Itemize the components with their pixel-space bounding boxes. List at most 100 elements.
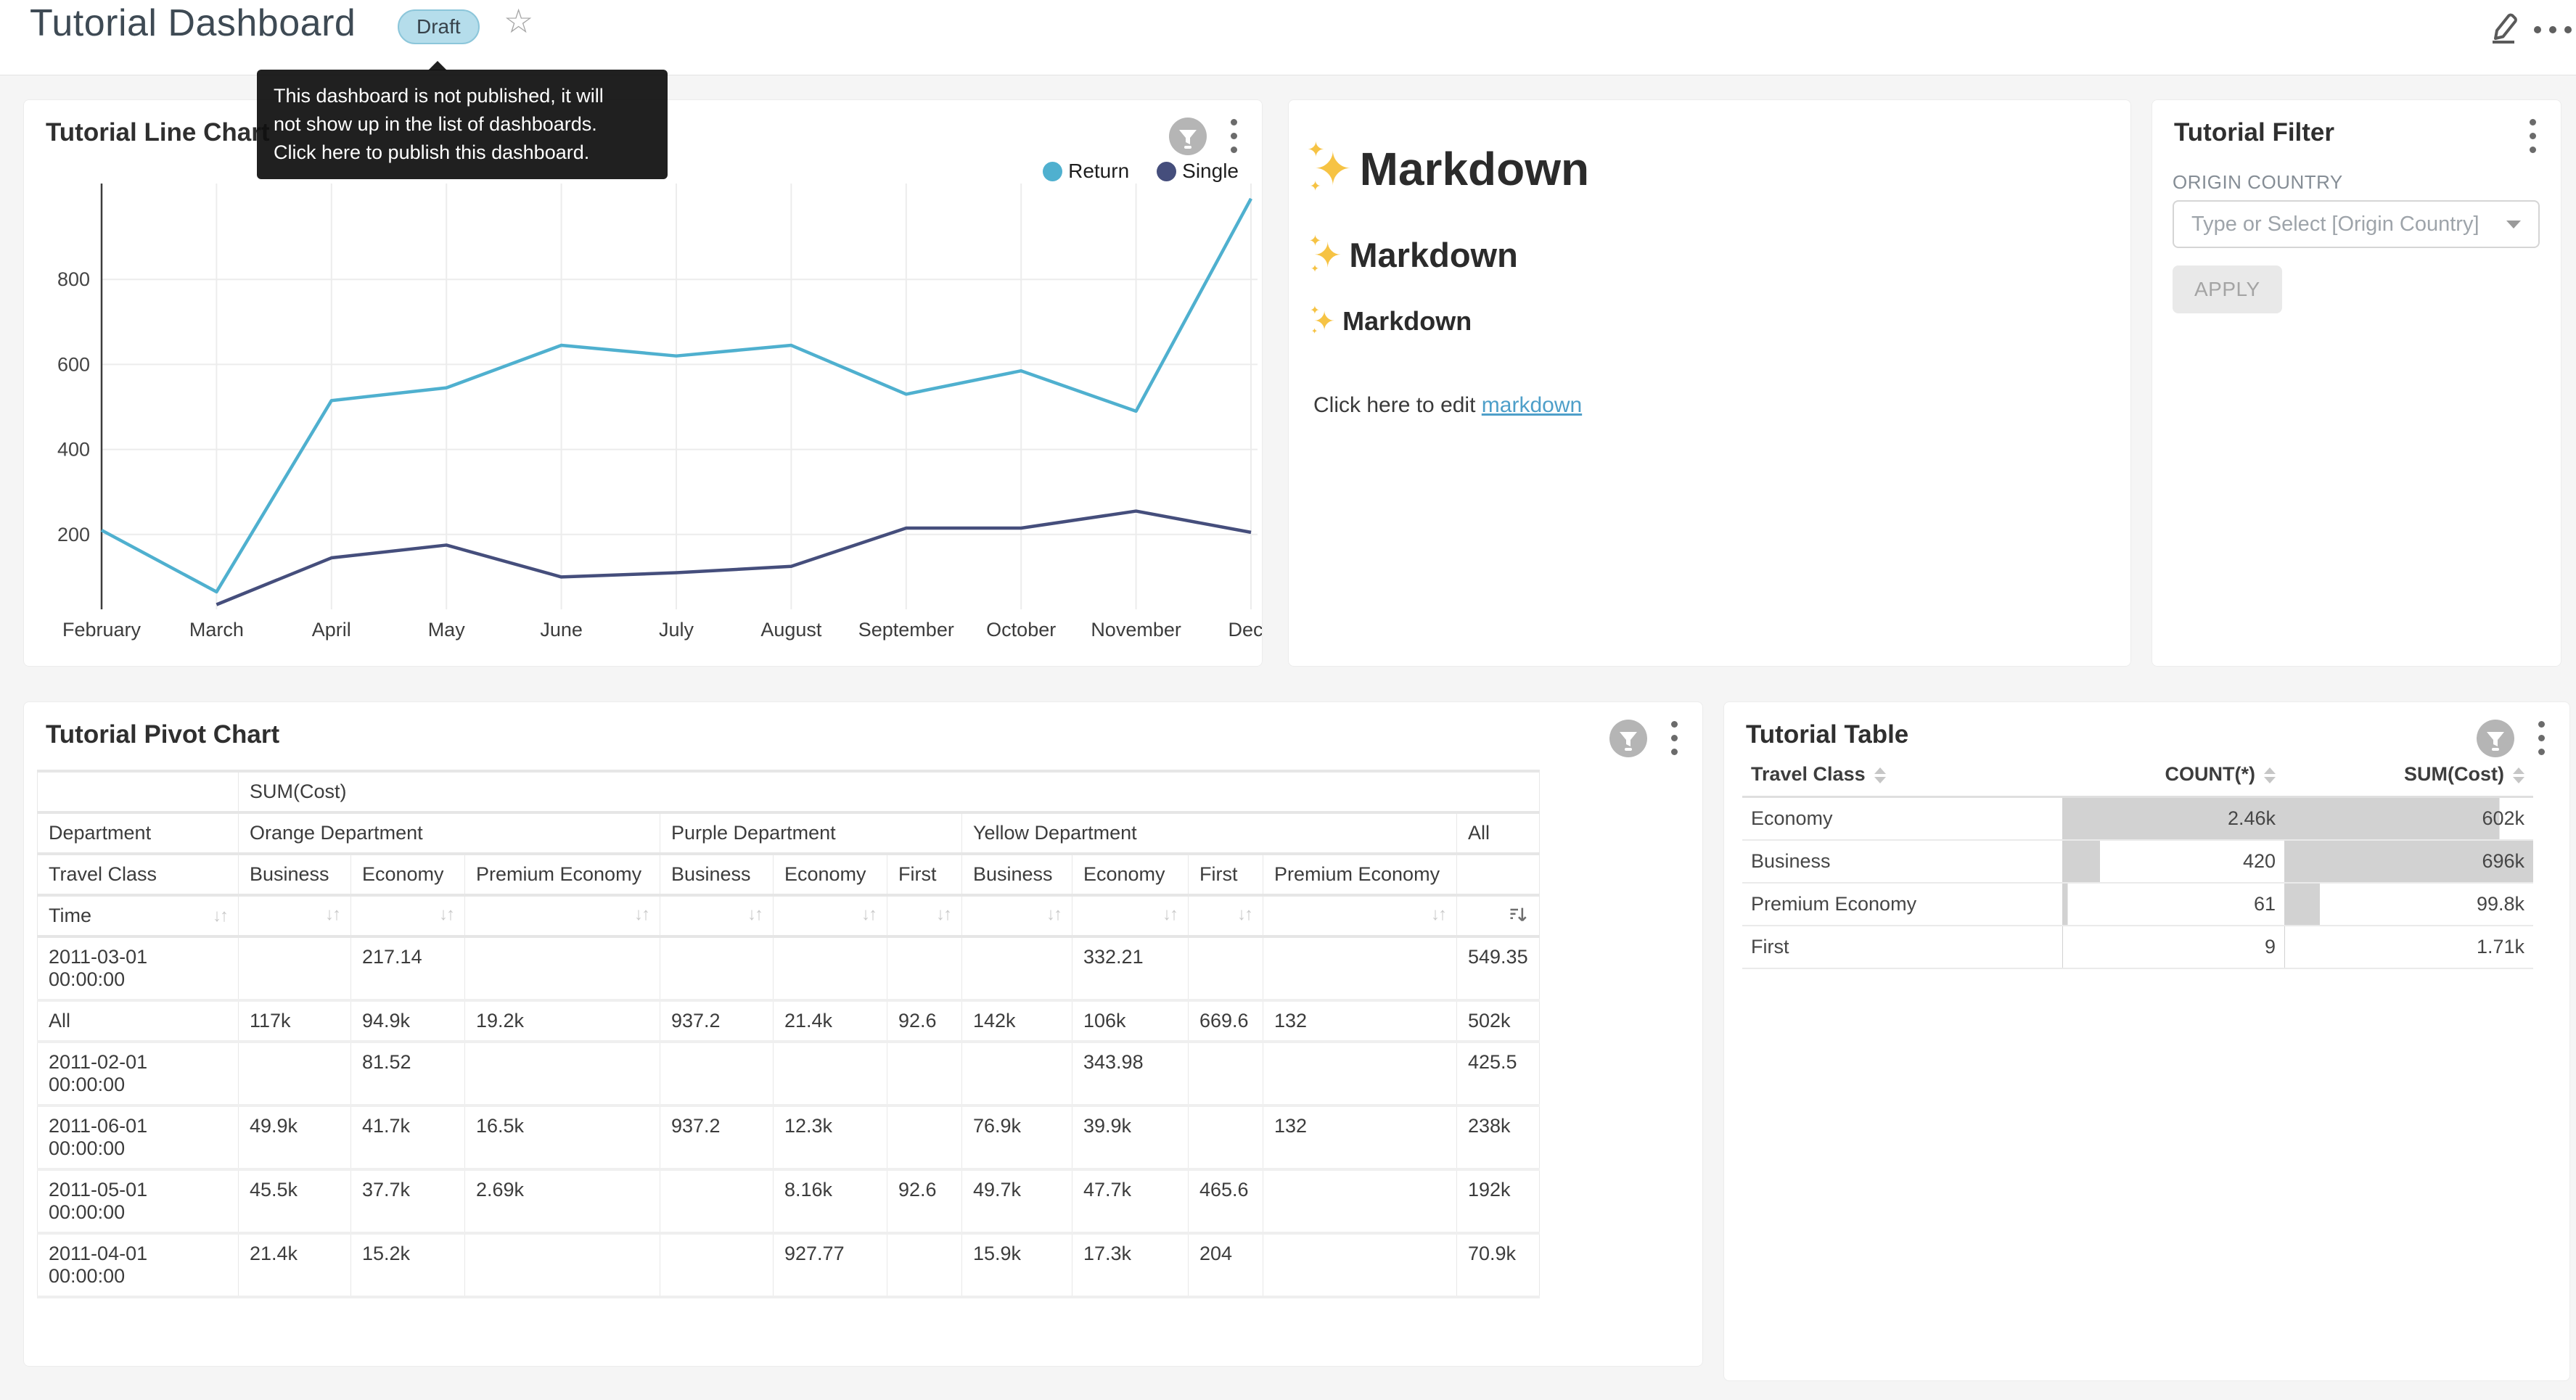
- pivot-value-cell: [465, 936, 660, 1000]
- count-cell: 9: [2062, 926, 2284, 968]
- filter-field-label: ORIGIN COUNTRY: [2173, 171, 2343, 194]
- more-options-icon[interactable]: [2534, 26, 2572, 33]
- filter-badge-icon[interactable]: [1168, 117, 1207, 156]
- table-header-count-[interactable]: COUNT(*): [2062, 753, 2284, 797]
- travel-class-cell: Business: [1742, 840, 2062, 883]
- svg-text:September: September: [858, 619, 954, 641]
- pivot-value-cell: 502k: [1457, 1000, 1540, 1042]
- sort-carets-icon[interactable]: [1874, 767, 1886, 783]
- pivot-value-cell: 142k: [962, 1000, 1072, 1042]
- chart-kebab-menu-icon[interactable]: [1668, 718, 1681, 758]
- pivot-chart-card: Tutorial Pivot Chart SUM(Cost)Department…: [23, 701, 1703, 1367]
- pivot-group-header: Orange Department: [239, 812, 660, 854]
- pivot-value-cell: [1189, 1105, 1263, 1169]
- filter-badge-icon[interactable]: [2476, 719, 2515, 758]
- pivot-sort-cell[interactable]: ↓↑: [1263, 895, 1457, 936]
- pivot-value-cell: 332.21: [1072, 936, 1189, 1000]
- markdown-h1: ✦Markdown: [1313, 142, 2106, 197]
- sort-icon[interactable]: ↓↑: [1237, 905, 1252, 925]
- filter-badge-icon[interactable]: [1609, 719, 1648, 758]
- pivot-group-header: All: [1457, 812, 1540, 854]
- pivot-value-cell: 45.5k: [239, 1169, 351, 1233]
- sort-icon[interactable]: ↓↑: [936, 905, 951, 925]
- origin-country-select[interactable]: Type or Select [Origin Country]: [2173, 200, 2540, 248]
- sort-icon[interactable]: ↓↑: [325, 905, 340, 925]
- pivot-sort-cell[interactable]: ↓↑: [239, 895, 351, 936]
- pivot-value-cell: 669.6: [1189, 1000, 1263, 1042]
- status-badge[interactable]: Draft: [398, 9, 480, 44]
- sort-carets-icon[interactable]: [2264, 767, 2276, 783]
- svg-text:600: 600: [57, 353, 90, 375]
- tutorial-table-title: Tutorial Table: [1746, 720, 1908, 749]
- table-header-sum-cost-[interactable]: SUM(Cost): [2284, 753, 2533, 797]
- pivot-time-value: 2011-04-01 00:00:00: [38, 1233, 239, 1297]
- svg-text:May: May: [428, 619, 466, 641]
- pivot-value-cell: [887, 936, 962, 1000]
- svg-text:June: June: [540, 619, 583, 641]
- pivot-sort-cell[interactable]: ↓↑: [660, 895, 774, 936]
- publish-tooltip[interactable]: This dashboard is not published, it will…: [257, 70, 668, 179]
- markdown-paragraph: Click here to edit markdown: [1313, 393, 2106, 418]
- pivot-sort-cell[interactable]: ↓↑: [1072, 895, 1189, 936]
- chevron-down-icon: [2506, 221, 2521, 228]
- apply-button[interactable]: APPLY: [2173, 265, 2282, 313]
- pivot-value-cell: [774, 936, 887, 1000]
- pivot-subcolumn-header: First: [1189, 854, 1263, 895]
- pivot-value-cell: 8.16k: [774, 1169, 887, 1233]
- pivot-time-label[interactable]: Time↓↑: [38, 895, 239, 936]
- sum-cost-cell: 602k: [2284, 797, 2533, 841]
- svg-text:April: April: [312, 619, 351, 641]
- pivot-value-cell: [660, 936, 774, 1000]
- data-table[interactable]: Travel ClassCOUNT(*)SUM(Cost)Economy2.46…: [1742, 753, 2533, 969]
- select-placeholder: Type or Select [Origin Country]: [2191, 213, 2506, 236]
- sort-icon[interactable]: ↓↑: [1162, 905, 1177, 925]
- table-header-travel-class[interactable]: Travel Class: [1742, 753, 2062, 797]
- chart-kebab-menu-icon[interactable]: [1228, 116, 1240, 156]
- filter-kebab-menu-icon[interactable]: [2527, 116, 2539, 156]
- table-row[interactable]: First91.71k: [1742, 926, 2533, 968]
- chart-kebab-menu-icon[interactable]: [2535, 718, 2548, 758]
- pivot-sort-cell[interactable]: ↓↑: [351, 895, 465, 936]
- sort-icon[interactable]: ↓↑: [439, 905, 454, 925]
- pivot-time-value: 2011-02-01 00:00:00: [38, 1042, 239, 1105]
- pivot-value-cell: 549.35: [1457, 936, 1540, 1000]
- sort-icon[interactable]: ↓↑: [634, 905, 649, 925]
- pivot-sort-cell[interactable]: ↓↑: [962, 895, 1072, 936]
- pivot-value-cell: 937.2: [660, 1000, 774, 1042]
- pivot-sort-cell[interactable]: ↓↑: [1189, 895, 1263, 936]
- edit-markdown-link[interactable]: markdown: [1482, 393, 1582, 417]
- sort-icon[interactable]: ↓↑: [1046, 905, 1061, 925]
- pivot-subcolumn-header: Business: [962, 854, 1072, 895]
- pivot-value-cell: 132: [1263, 1000, 1457, 1042]
- pivot-value-cell: 49.7k: [962, 1169, 1072, 1233]
- pivot-group-header: Purple Department: [660, 812, 962, 854]
- pivot-sort-cell[interactable]: ↓↑: [887, 895, 962, 936]
- count-cell: 2.46k: [2062, 797, 2284, 841]
- line-chart-plot[interactable]: 200400600800FebruaryMarchAprilMayJuneJul…: [24, 162, 1262, 666]
- edit-pencil-icon[interactable]: [2487, 9, 2522, 44]
- sort-carets-icon[interactable]: [2513, 767, 2524, 783]
- favorite-star-icon[interactable]: ☆: [504, 4, 533, 38]
- pivot-value-cell: 106k: [1072, 1000, 1189, 1042]
- pivot-subcolumn-header: Economy: [1072, 854, 1189, 895]
- pivot-row: 2011-05-01 00:00:0045.5k37.7k2.69k8.16k9…: [38, 1169, 1540, 1233]
- svg-text:400: 400: [57, 439, 90, 461]
- table-row[interactable]: Premium Economy6199.8k: [1742, 883, 2533, 926]
- svg-text:200: 200: [57, 524, 90, 545]
- sort-icon[interactable]: ↓↑: [213, 906, 227, 926]
- table-row[interactable]: Economy2.46k602k: [1742, 797, 2533, 841]
- sort-descending-icon[interactable]: [1508, 905, 1528, 925]
- pivot-group-header: Yellow Department: [962, 812, 1457, 854]
- table-row[interactable]: Business420696k: [1742, 840, 2533, 883]
- sort-icon[interactable]: ↓↑: [861, 905, 876, 925]
- pivot-table[interactable]: SUM(Cost)DepartmentOrange DepartmentPurp…: [37, 770, 1540, 1298]
- sum-cost-cell: 696k: [2284, 840, 2533, 883]
- pivot-sort-cell-active[interactable]: [1457, 895, 1540, 936]
- pivot-time-value: All: [38, 1000, 239, 1042]
- sort-icon[interactable]: ↓↑: [1431, 905, 1445, 925]
- pivot-sort-cell[interactable]: ↓↑: [774, 895, 887, 936]
- pivot-value-cell: 12.3k: [774, 1105, 887, 1169]
- pivot-sort-cell[interactable]: ↓↑: [465, 895, 660, 936]
- sort-icon[interactable]: ↓↑: [747, 905, 762, 925]
- page-title: Tutorial Dashboard: [30, 1, 356, 45]
